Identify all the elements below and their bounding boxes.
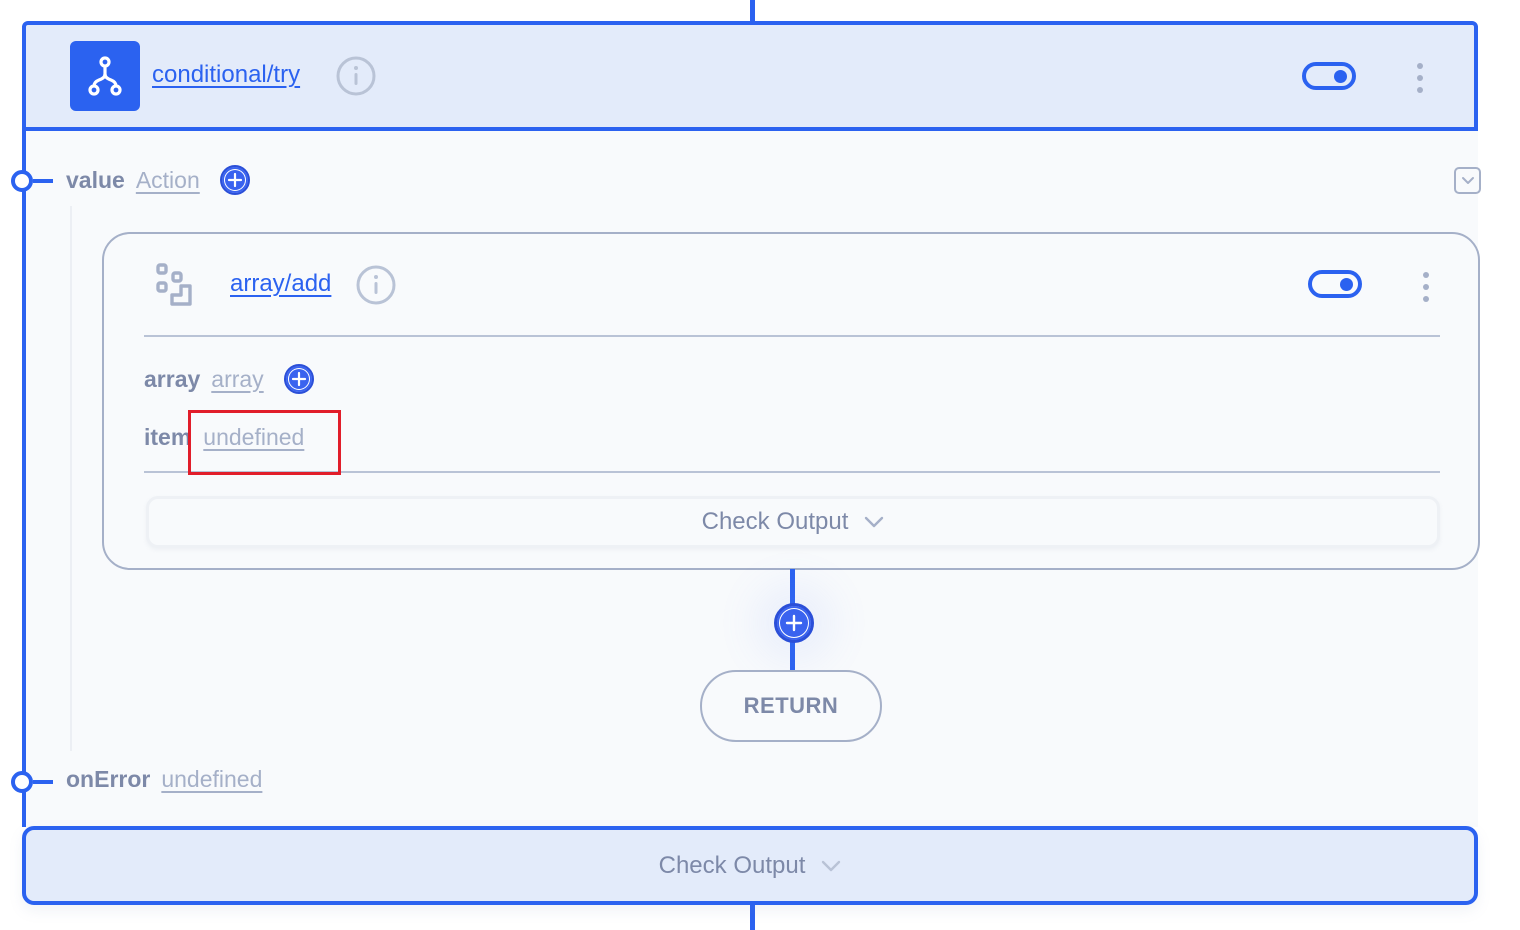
enable-toggle[interactable] (1308, 270, 1362, 298)
check-output-label: Check Output (701, 508, 849, 535)
array-blocks-icon (156, 263, 192, 306)
param-name: array (144, 365, 201, 392)
divider (144, 335, 1440, 337)
info-icon[interactable] (356, 265, 396, 305)
conditional-try-node-header: conditional/try (22, 21, 1478, 131)
node-title-link[interactable]: conditional/try (152, 61, 300, 89)
nesting-guide-line (70, 206, 72, 751)
param-name: value (66, 166, 125, 193)
param-value-link[interactable]: Action (136, 167, 200, 194)
value-port-line (33, 179, 53, 183)
plus-icon (785, 614, 803, 632)
chevron-down-icon (1461, 176, 1474, 184)
check-output-button[interactable]: Check Output (22, 826, 1478, 905)
param-value-link[interactable]: undefined (203, 424, 304, 451)
collapse-toggle-button[interactable] (1454, 167, 1481, 194)
toggle-knob (1334, 70, 1347, 83)
add-array-button[interactable] (283, 364, 314, 394)
param-value-link[interactable]: undefined (161, 766, 262, 793)
toggle-knob (1340, 278, 1353, 291)
check-output-label: Check Output (658, 851, 806, 879)
param-item-row: item undefined (144, 424, 304, 451)
param-name: onError (66, 766, 151, 792)
plus-icon (291, 371, 306, 387)
param-value-link[interactable]: array (211, 366, 263, 393)
onerror-port-line (33, 780, 53, 784)
conditional-try-node-body: value Action array/add array array item … (11, 131, 1481, 827)
branch-icon (70, 41, 140, 111)
node-title-link[interactable]: array/add (230, 270, 331, 298)
add-value-button[interactable] (219, 165, 250, 195)
plus-icon (227, 172, 242, 188)
info-icon[interactable] (336, 56, 376, 96)
divider (144, 471, 1440, 473)
array-add-node: array/add array array item undefined Che… (102, 232, 1480, 570)
kebab-menu-icon[interactable] (1421, 272, 1431, 302)
param-onerror-row: onError undefined (66, 766, 262, 793)
kebab-menu-icon[interactable] (1415, 63, 1425, 93)
chevron-down-icon (822, 860, 841, 871)
connector-bottom (750, 903, 755, 930)
value-port[interactable] (11, 170, 33, 192)
return-node[interactable]: RETURN (700, 670, 882, 742)
onerror-port[interactable] (11, 771, 33, 793)
param-array-row: array array (144, 364, 314, 394)
check-output-button[interactable]: Check Output (146, 496, 1440, 548)
chevron-down-icon (865, 516, 884, 528)
add-step-button[interactable] (774, 603, 814, 643)
param-value-row: value Action (66, 165, 250, 195)
enable-toggle[interactable] (1302, 62, 1356, 90)
param-name: item (144, 424, 192, 450)
